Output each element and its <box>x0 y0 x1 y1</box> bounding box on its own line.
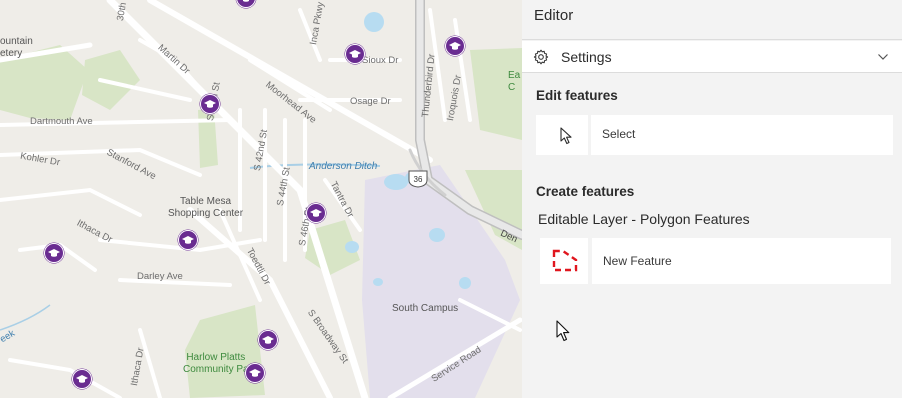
gear-icon <box>533 49 549 65</box>
panel-title: Editor <box>534 7 574 24</box>
cursor-arrow-icon <box>560 127 572 145</box>
street-label: C <box>508 82 516 93</box>
school-pin[interactable] <box>178 230 198 250</box>
shield-number: 36 <box>414 175 423 184</box>
graduation-cap-icon <box>262 336 274 344</box>
school-pin[interactable] <box>200 94 220 114</box>
template-icon-cell <box>540 238 588 284</box>
school-pin[interactable] <box>445 36 465 56</box>
school-pin[interactable] <box>245 363 265 383</box>
tool-divider <box>588 115 591 155</box>
school-pin[interactable] <box>72 369 92 389</box>
mouse-pointer-icon <box>556 320 570 342</box>
new-feature-template-button[interactable]: New Feature <box>540 238 891 284</box>
graduation-cap-icon <box>48 249 60 257</box>
street-label: Ea <box>508 70 521 81</box>
select-tool-icon-cell <box>536 115 588 155</box>
polygon-dashed-icon <box>552 249 578 272</box>
street-label: Osage Dr <box>350 96 391 107</box>
edit-features-heading: Edit features <box>536 88 618 103</box>
graduation-cap-icon <box>182 236 194 244</box>
graduation-cap-icon <box>249 369 261 377</box>
highway-shield: 36 <box>408 170 428 188</box>
park-label: Harlow Platts Community Pa <box>183 352 249 375</box>
school-pin[interactable] <box>345 44 365 64</box>
graduation-cap-icon <box>349 50 361 58</box>
school-pin[interactable] <box>258 330 278 350</box>
select-tool-button[interactable]: Select <box>536 115 893 155</box>
new-feature-label: New Feature <box>603 254 672 268</box>
editor-panel: Editor Settings Edit features Select Cre… <box>522 0 902 398</box>
template-divider <box>588 238 592 284</box>
select-tool-label: Select <box>602 127 636 141</box>
street-label: etery <box>0 48 23 59</box>
street-label: Darley Ave <box>137 271 183 282</box>
water-label: Anderson Ditch <box>309 161 378 172</box>
settings-toggle[interactable]: Settings <box>522 41 902 73</box>
create-features-heading: Create features <box>536 184 635 199</box>
campus-label: South Campus <box>392 303 459 314</box>
layer-name: Editable Layer - Polygon Features <box>538 211 750 227</box>
school-pin[interactable] <box>44 243 64 263</box>
street-label: Dartmouth Ave <box>30 116 93 127</box>
graduation-cap-icon <box>243 0 249 2</box>
settings-label: Settings <box>561 49 612 65</box>
shield-icon: 36 <box>408 170 428 188</box>
poi-label: Table Mesa Shopping Center <box>168 196 244 219</box>
street-label: ountain <box>0 36 33 47</box>
map-view[interactable]: 30th St Martin Dr Moorhead Ave Osage Dr … <box>0 0 522 398</box>
graduation-cap-icon <box>204 100 216 108</box>
graduation-cap-icon <box>310 209 322 217</box>
graduation-cap-icon <box>449 42 461 50</box>
school-pin[interactable] <box>306 203 326 223</box>
street-label: Sioux Dr <box>362 55 399 66</box>
panel-header: Editor <box>522 0 902 40</box>
chevron-down-icon <box>878 54 888 60</box>
graduation-cap-icon <box>76 375 88 383</box>
